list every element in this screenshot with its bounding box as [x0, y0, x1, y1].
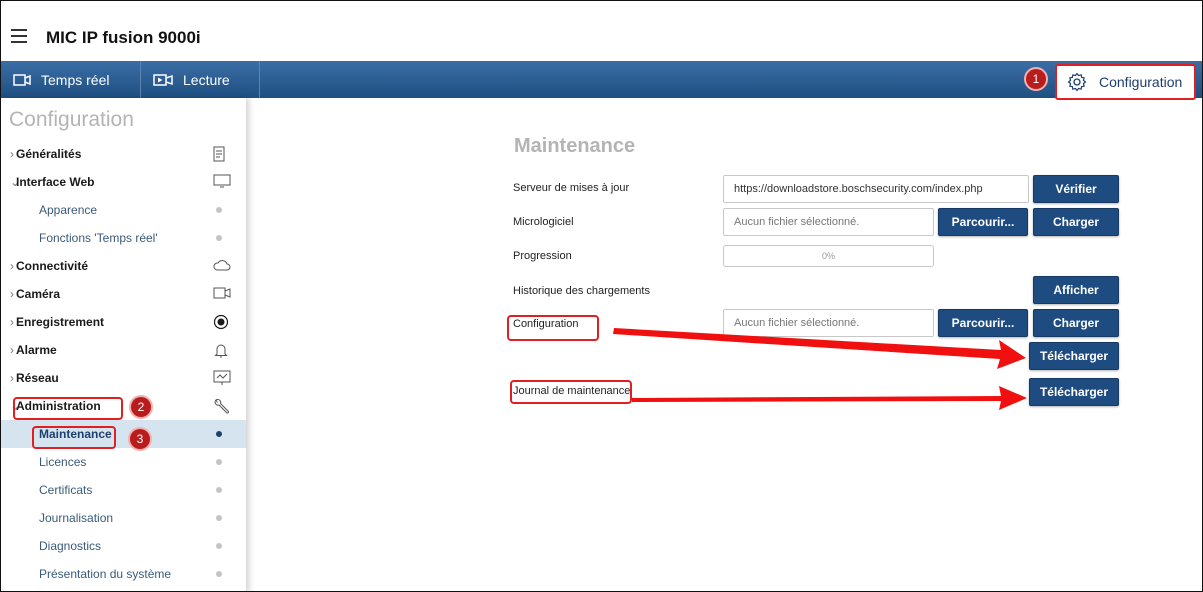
- sidebar-item-interface-web[interactable]: ⌄ Interface Web: [1, 168, 246, 196]
- sidebar-item-enregistrement[interactable]: › Enregistrement: [1, 308, 246, 336]
- playback-icon: [153, 73, 173, 86]
- configuration-tab[interactable]: Configuration: [1055, 64, 1196, 100]
- update-server-label: Serveur de mises à jour: [513, 182, 630, 194]
- annotation-arrow-maintenance-log: [632, 386, 1027, 410]
- status-dot: [216, 487, 222, 493]
- configuration-browse-button[interactable]: Parcourir...: [938, 309, 1028, 337]
- update-server-input[interactable]: https://downloadstore.boschsecurity.com/…: [723, 175, 1029, 203]
- firmware-browse-button[interactable]: Parcourir...: [938, 208, 1028, 236]
- sidebar-item-licences[interactable]: Licences: [1, 448, 246, 476]
- sidebar-item-label: Enregistrement: [16, 315, 105, 329]
- progress-bar: 0%: [723, 245, 934, 267]
- sidebar-item-reseau[interactable]: › Réseau: [1, 364, 246, 392]
- hamburger-menu-icon[interactable]: [11, 29, 27, 43]
- verify-button[interactable]: Vérifier: [1033, 175, 1119, 203]
- configuration-upload-button[interactable]: Charger: [1033, 309, 1119, 337]
- sidebar-title: Configuration: [9, 108, 134, 131]
- sidebar-item-presentation-systeme[interactable]: Présentation du système: [1, 560, 246, 588]
- tab-live-label: Temps réel: [41, 71, 110, 88]
- sidebar-item-journalisation[interactable]: Journalisation: [1, 504, 246, 532]
- bell-icon: [213, 342, 229, 358]
- configuration-tab-label: Configuration: [1099, 74, 1183, 90]
- configuration-download-button[interactable]: Télécharger: [1029, 342, 1119, 370]
- annotation-highlight-maintenance: [32, 426, 116, 449]
- sidebar-item-label: Caméra: [16, 287, 61, 301]
- show-history-button[interactable]: Afficher: [1033, 276, 1119, 304]
- sidebar-item-label: Diagnostics: [39, 539, 102, 553]
- sidebar-item-certificats[interactable]: Certificats: [1, 476, 246, 504]
- annotation-badge-3: 3: [130, 429, 150, 449]
- status-dot: [216, 515, 222, 521]
- annotation-badge-1: 1: [1026, 69, 1046, 89]
- sidebar-item-apparence[interactable]: Apparence: [1, 196, 246, 224]
- annotation-highlight-configuration: [507, 315, 599, 341]
- tab-playback[interactable]: Lecture: [141, 61, 260, 98]
- document-icon: [213, 146, 225, 162]
- sidebar-item-label: Journalisation: [39, 511, 114, 525]
- sidebar-item-label: Alarme: [16, 343, 57, 357]
- camera-icon: [213, 286, 231, 300]
- title-bar: MIC IP fusion 9000i: [1, 1, 1202, 61]
- camera-icon: [13, 73, 31, 86]
- sidebar-item-diagnostics[interactable]: Diagnostics: [1, 532, 246, 560]
- sidebar-item-label: Généralités: [16, 147, 82, 161]
- firmware-file-input[interactable]: Aucun fichier sélectionné.: [723, 208, 934, 236]
- monitor-icon: [213, 174, 231, 188]
- sidebar-item-label: Réseau: [16, 371, 59, 385]
- sidebar-item-label: Fonctions 'Temps réel': [39, 231, 158, 245]
- record-icon: [213, 314, 229, 330]
- sidebar-item-label: Certificats: [39, 483, 93, 497]
- sidebar-item-connectivite[interactable]: › Connectivité: [1, 252, 246, 280]
- firmware-label: Micrologiciel: [513, 216, 574, 228]
- sidebar-item-alarme[interactable]: › Alarme: [1, 336, 246, 364]
- status-dot: [216, 431, 222, 437]
- annotation-highlight-maintenance-log: [510, 380, 632, 404]
- top-navbar: Temps réel Lecture: [1, 61, 1202, 98]
- status-dot: [216, 235, 222, 241]
- wrench-icon: [213, 398, 231, 416]
- sidebar-item-fonctions-temps-reel[interactable]: Fonctions 'Temps réel': [1, 224, 246, 252]
- cloud-icon: [213, 258, 231, 272]
- tab-live[interactable]: Temps réel: [1, 61, 141, 98]
- sidebar-item-label: Connectivité: [16, 259, 89, 273]
- status-dot: [216, 207, 222, 213]
- sidebar: Configuration › Généralités ⌄ Interface …: [1, 98, 246, 591]
- status-dot: [216, 571, 222, 577]
- annotation-badge-2: 2: [131, 397, 151, 417]
- sidebar-item-generalites[interactable]: › Généralités: [1, 140, 246, 168]
- annotation-highlight-administration: [13, 397, 123, 420]
- upload-history-label: Historique des chargements: [513, 285, 650, 297]
- gear-icon: [1067, 72, 1087, 92]
- configuration-file-input[interactable]: Aucun fichier sélectionné.: [723, 309, 934, 337]
- app-window: MIC IP fusion 9000i Temps réel Lecture C…: [0, 0, 1203, 592]
- status-dot: [216, 543, 222, 549]
- page-title: Maintenance: [514, 135, 636, 157]
- maintenance-log-download-button[interactable]: Télécharger: [1029, 378, 1119, 406]
- sidebar-item-camera[interactable]: › Caméra: [1, 280, 246, 308]
- status-dot: [216, 459, 222, 465]
- sidebar-item-label: Présentation du système: [39, 567, 172, 581]
- sidebar-item-label: Interface Web: [16, 175, 95, 189]
- progress-label: Progression: [513, 250, 572, 262]
- app-title: MIC IP fusion 9000i: [46, 28, 201, 47]
- network-icon: [213, 370, 231, 386]
- tab-playback-label: Lecture: [183, 71, 230, 88]
- sidebar-item-label: Licences: [39, 455, 87, 469]
- progress-text: 0%: [821, 251, 835, 261]
- firmware-upload-button[interactable]: Charger: [1033, 208, 1119, 236]
- sidebar-item-label: Apparence: [39, 203, 98, 217]
